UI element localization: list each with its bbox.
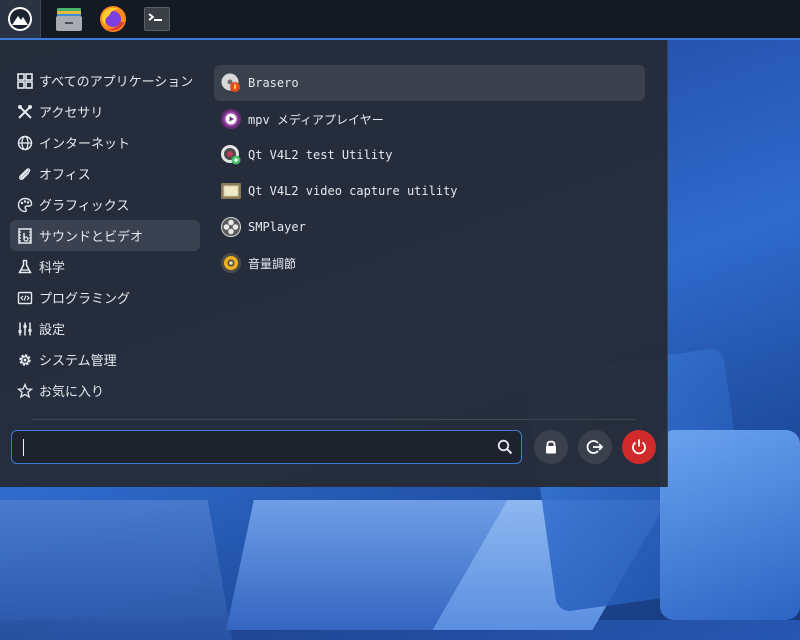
folder-icon [56, 8, 82, 31]
app-item-brasero[interactable]: Brasero [214, 65, 645, 101]
category-label: すべてのアプリケーション [39, 75, 194, 90]
category-favorites[interactable]: お気に入り [10, 375, 200, 406]
firefox-icon [100, 6, 126, 32]
category-science[interactable]: 科学 [10, 251, 200, 282]
palette-icon [16, 196, 34, 214]
webcam-icon [220, 144, 242, 166]
mpv-icon [220, 108, 242, 130]
category-label: インターネット [39, 137, 131, 152]
category-settings[interactable]: 設定 [10, 313, 200, 344]
taskbar-files-button[interactable] [49, 0, 89, 38]
app-item-qv4l2[interactable]: Qt V4L2 test Utility [214, 137, 645, 173]
search-input[interactable] [22, 437, 486, 459]
category-office[interactable]: オフィス [10, 158, 200, 189]
globe-icon [16, 134, 34, 152]
sliders-icon [16, 320, 34, 338]
tools-icon [16, 103, 34, 121]
grid-icon [16, 72, 34, 90]
category-all-apps[interactable]: すべてのアプリケーション [10, 65, 200, 96]
category-label: システム管理 [39, 354, 117, 369]
film-icon [16, 227, 34, 245]
taskbar-firefox-button[interactable] [93, 0, 133, 38]
app-item-mpv[interactable]: mpv メディアプレイヤー [214, 101, 645, 137]
application-menu: すべてのアプリケーション アクセサリ インターネット オフィス グラフィックス [0, 40, 668, 487]
category-list: すべてのアプリケーション アクセサリ インターネット オフィス グラフィックス [10, 65, 200, 406]
app-item-qvidcap[interactable]: Qt V4L2 video capture utility [214, 173, 645, 209]
app-label: Qt V4L2 video capture utility [248, 184, 458, 198]
logout-button[interactable] [578, 430, 612, 464]
category-label: 科学 [39, 261, 66, 276]
smplayer-icon [220, 216, 242, 238]
volume-icon [220, 252, 242, 274]
paperclip-icon [16, 165, 34, 183]
app-label: 音量調節 [248, 256, 297, 271]
mountain-logo-icon [8, 7, 32, 31]
category-label: お気に入り [39, 385, 105, 400]
lock-button[interactable] [534, 430, 568, 464]
star-icon [16, 382, 34, 400]
category-label: サウンドとビデオ [39, 230, 144, 245]
category-system-admin[interactable]: システム管理 [10, 344, 200, 375]
app-label: Qt V4L2 test Utility [248, 148, 393, 162]
category-accessories[interactable]: アクセサリ [10, 96, 200, 127]
category-label: オフィス [39, 168, 91, 183]
category-graphics[interactable]: グラフィックス [10, 189, 200, 220]
wallpaper-shape [660, 430, 800, 620]
search-icon[interactable] [497, 439, 513, 455]
app-item-smplayer[interactable]: SMPlayer [214, 209, 645, 245]
divider [32, 419, 635, 420]
power-button[interactable] [622, 430, 656, 464]
wallpaper-shape [0, 500, 233, 640]
category-label: アクセサリ [39, 106, 104, 121]
category-label: 設定 [39, 323, 66, 338]
app-list: Brasero mpv メディアプレイヤー Qt V4L2 test Utili… [214, 65, 645, 281]
taskbar [0, 0, 800, 40]
flask-icon [16, 258, 34, 276]
taskbar-terminal-button[interactable] [137, 0, 177, 38]
start-menu-button[interactable] [0, 0, 41, 38]
category-label: グラフィックス [39, 199, 130, 214]
category-internet[interactable]: インターネット [10, 127, 200, 158]
logout-icon [586, 440, 604, 454]
code-icon [16, 289, 34, 307]
terminal-icon [144, 7, 170, 31]
app-label: mpv メディアプレイヤー [248, 112, 384, 127]
gear-icon [16, 351, 34, 369]
lock-icon [546, 440, 556, 454]
power-icon [632, 439, 646, 455]
category-label: プログラミング [39, 292, 131, 307]
monitor-icon [220, 180, 242, 202]
brasero-icon [220, 72, 242, 94]
category-sound-video[interactable]: サウンドとビデオ [10, 220, 200, 251]
app-label: SMPlayer [248, 220, 306, 234]
app-label: Brasero [248, 76, 299, 90]
category-programming[interactable]: プログラミング [10, 282, 200, 313]
search-box[interactable] [11, 430, 522, 464]
app-item-volume-control[interactable]: 音量調節 [214, 245, 645, 281]
